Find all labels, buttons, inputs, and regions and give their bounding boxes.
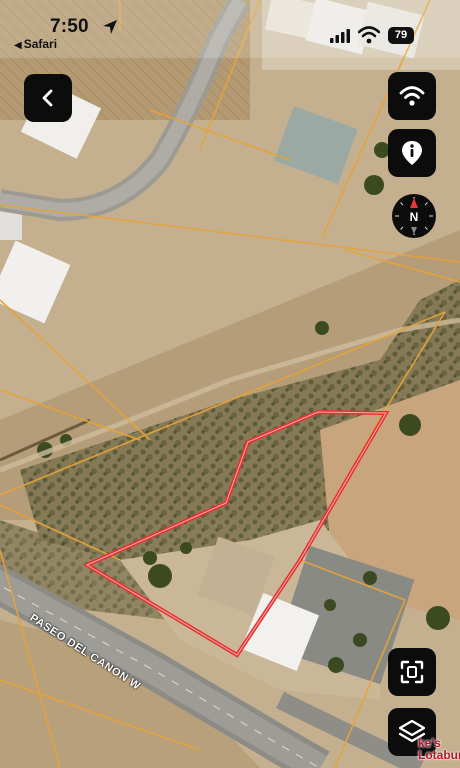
cellular-signal-icon: [330, 29, 350, 43]
battery-indicator: 79: [388, 27, 414, 44]
wifi-icon: [399, 86, 425, 106]
wifi-status-icon: [358, 26, 380, 44]
back-to-app-link[interactable]: ◀ Safari: [14, 37, 57, 51]
back-triangle-icon: ◀: [14, 40, 22, 51]
compass-icon: N: [395, 197, 433, 235]
compass-button[interactable]: N: [392, 194, 436, 238]
back-button[interactable]: [24, 74, 72, 122]
status-bar: 7:50 ◀ Safari 79: [0, 0, 460, 58]
back-app-label: Safari: [23, 37, 58, 51]
business-label: ke's Lotaburg: [418, 737, 460, 761]
business-label-line-2: Lotaburg: [418, 748, 460, 762]
location-arrow-icon: [103, 20, 117, 34]
wifi-button[interactable]: [388, 72, 436, 120]
info-icon: [402, 141, 422, 165]
back-arrow-icon: [42, 89, 53, 107]
compass-north-label: N: [410, 210, 419, 224]
scan-frame-icon: [400, 660, 424, 684]
status-time: 7:50: [50, 16, 89, 37]
scan-view-button[interactable]: [388, 648, 436, 696]
info-button[interactable]: [388, 129, 436, 177]
